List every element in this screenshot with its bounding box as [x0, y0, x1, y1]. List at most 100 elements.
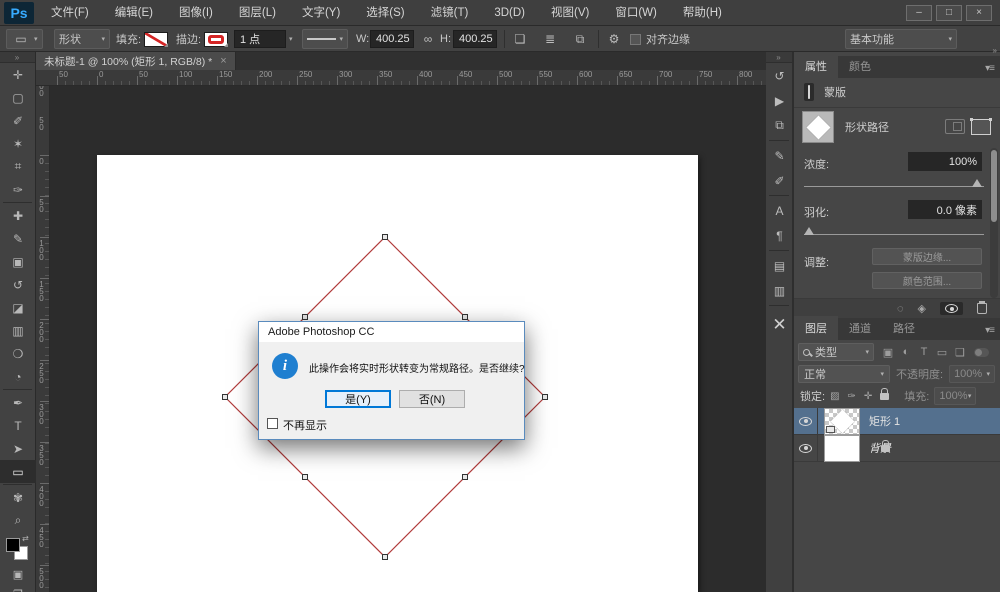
align-edges-checkbox[interactable] — [630, 34, 641, 45]
feather-value[interactable]: 0.0 像素 — [908, 200, 982, 219]
color-range-button[interactable]: 颜色范围... — [872, 272, 982, 289]
dodge-tool[interactable]: ◔ — [0, 365, 36, 388]
history-panel-icon[interactable]: ↺ — [766, 63, 793, 88]
layer-visibility-toggle[interactable] — [794, 435, 818, 462]
path-operations-icon[interactable]: ❏ — [510, 32, 530, 46]
shape-height-input[interactable]: 400.25 — [453, 30, 497, 48]
lock-transparency-icon[interactable]: ▨ — [830, 391, 839, 402]
magic-wand-tool[interactable]: ✶ — [0, 132, 36, 155]
filter-shape-layers-icon[interactable]: ▭ — [936, 346, 948, 359]
tab-颜色[interactable]: 颜色 — [838, 54, 882, 78]
tool-mode-select[interactable]: 形状 ▾ — [54, 29, 110, 49]
close-tab-icon[interactable]: × — [220, 55, 226, 67]
chevron-down-icon[interactable]: ▾ — [289, 35, 293, 43]
vertical-ruler[interactable]: 10050050100150200250300350400450500 — [36, 86, 50, 592]
density-slider-thumb[interactable] — [972, 179, 982, 187]
eraser-tool[interactable]: ◪ — [0, 296, 36, 319]
anchor-point[interactable] — [383, 555, 388, 560]
layer-comps-panel-icon[interactable]: ▤ — [766, 253, 793, 278]
spot-healing-brush-tool[interactable]: ✚ — [0, 204, 36, 227]
rectangular-marquee-tool[interactable]: ▢ — [0, 86, 36, 109]
maximize-button[interactable]: □ — [936, 5, 962, 21]
actions-panel-icon[interactable]: ▶ — [766, 88, 793, 113]
vector-mask-icon[interactable] — [971, 119, 991, 135]
add-layer-mask-icon[interactable] — [945, 119, 965, 134]
tool-preset-picker[interactable]: ▭ ▾ — [6, 29, 43, 49]
minimize-button[interactable]: – — [906, 5, 932, 21]
menu-item[interactable]: 帮助(H) — [670, 0, 735, 26]
lock-pixels-icon[interactable]: ✑ — [848, 391, 856, 402]
anchor-point[interactable] — [303, 315, 308, 320]
filter-smart-objects-icon[interactable]: ❑ — [954, 346, 966, 359]
horizontal-ruler[interactable]: 5005010015020025030035040045050055060065… — [36, 70, 766, 86]
stroke-width-input[interactable]: 1 点 — [234, 30, 286, 48]
clone-stamp-tool[interactable]: ▣ — [0, 250, 36, 273]
workspace-switcher[interactable]: 基本功能 ▾ — [845, 29, 957, 49]
lock-all-icon[interactable] — [880, 393, 889, 400]
clone-source-panel-icon[interactable]: ⧉ — [766, 113, 793, 138]
feather-slider[interactable] — [804, 234, 984, 235]
tab-图层[interactable]: 图层 — [794, 316, 838, 340]
blur-tool[interactable]: ❍ — [0, 342, 36, 365]
layer-visibility-toggle[interactable] — [794, 408, 818, 435]
layer-thumbnail[interactable] — [824, 408, 860, 435]
menu-item[interactable]: 滤镜(T) — [418, 0, 482, 26]
tab-路径[interactable]: 路径 — [882, 316, 926, 340]
eyedropper-tool[interactable]: ✑ — [0, 178, 36, 201]
filter-type-layers-icon[interactable]: T — [918, 346, 930, 359]
dock-collapse-icon[interactable]: » — [766, 52, 792, 63]
brush-tool[interactable]: ✎ — [0, 227, 36, 250]
menu-item[interactable]: 文字(Y) — [289, 0, 353, 26]
panel-menu-icon[interactable]: ▾≡ — [978, 59, 1000, 78]
anchor-point[interactable] — [463, 315, 468, 320]
anchor-point[interactable] — [303, 475, 308, 480]
menu-item[interactable]: 选择(S) — [353, 0, 417, 26]
crop-tool[interactable]: ⌗ — [0, 155, 36, 178]
gradient-tool[interactable]: ▥ — [0, 319, 36, 342]
density-value[interactable]: 100% — [908, 152, 982, 171]
density-slider[interactable] — [804, 186, 984, 187]
gear-icon[interactable]: ⚙ — [604, 32, 624, 46]
menu-item[interactable]: 编辑(E) — [102, 0, 166, 26]
menu-item[interactable]: 窗口(W) — [602, 0, 670, 26]
menu-item[interactable]: 图像(I) — [166, 0, 226, 26]
filter-pixel-layers-icon[interactable]: ▣ — [882, 346, 894, 359]
tab-属性[interactable]: 属性 — [794, 54, 838, 78]
brush-presets-panel-icon[interactable]: ✐ — [766, 168, 793, 193]
load-selection-icon[interactable]: ◌ — [897, 303, 904, 315]
path-selection-tool[interactable]: ➤ — [0, 437, 36, 460]
dialog-title-bar[interactable]: Adobe Photoshop CC — [259, 322, 524, 342]
fill-color-swatch[interactable] — [144, 32, 168, 47]
properties-scrollbar[interactable] — [990, 148, 998, 298]
foreground-color-swatch[interactable] — [6, 538, 20, 552]
anchor-point[interactable] — [383, 235, 388, 240]
layer-filter-select[interactable]: 类型 ▾ — [798, 343, 874, 361]
brush-panel-icon[interactable]: ✎ — [766, 143, 793, 168]
layer-row[interactable]: 矩形 1 — [794, 408, 1000, 435]
character-panel-icon[interactable]: A — [766, 198, 793, 223]
link-dimensions-icon[interactable]: ∞ — [418, 32, 438, 46]
anchor-point[interactable] — [463, 475, 468, 480]
anchor-point[interactable] — [543, 395, 548, 400]
quick-mask-button[interactable]: ▣ — [0, 564, 36, 584]
history-brush-tool[interactable]: ↺ — [0, 273, 36, 296]
menu-item[interactable]: 图层(L) — [226, 0, 289, 26]
collapse-panels-icon[interactable]: » — [993, 46, 997, 55]
menu-item[interactable]: 文件(F) — [38, 0, 102, 26]
no-button[interactable]: 否(N) — [399, 390, 465, 408]
close-button[interactable]: × — [966, 5, 992, 21]
delete-mask-icon[interactable] — [977, 303, 987, 314]
stroke-style-select[interactable]: ▾ — [302, 29, 348, 49]
rectangle-tool[interactable]: ▭ — [0, 460, 36, 483]
swap-colors-icon[interactable]: ⇄ — [22, 534, 29, 543]
path-arrangement-icon[interactable]: ⧉ — [570, 32, 590, 47]
feather-slider-thumb[interactable] — [804, 227, 814, 235]
layer-thumbnail[interactable] — [824, 435, 860, 462]
stroke-color-swatch[interactable] — [204, 32, 228, 47]
filter-adjustment-layers-icon[interactable]: ◐ — [900, 346, 912, 359]
layer-row[interactable]: 背景 — [794, 435, 1000, 462]
lock-position-icon[interactable]: ✛ — [864, 391, 872, 402]
document-tab[interactable]: 未标题-1 @ 100% (矩形 1, RGB/8) * × — [36, 52, 236, 70]
scrollbar-thumb[interactable] — [991, 150, 997, 222]
dont-show-again-checkbox[interactable] — [267, 418, 278, 429]
